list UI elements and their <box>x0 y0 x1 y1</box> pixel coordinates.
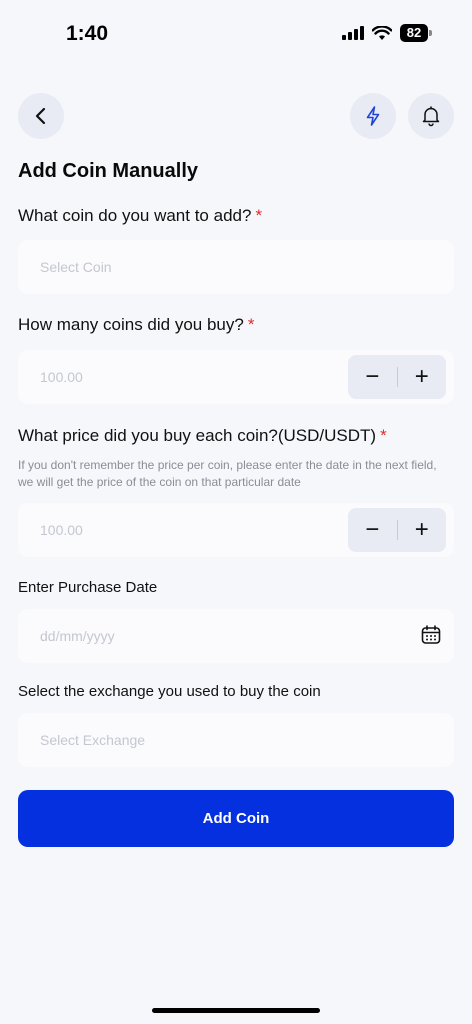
lightning-icon <box>366 106 380 126</box>
price-increment-button[interactable]: + <box>398 518 447 542</box>
signal-icon <box>342 26 364 40</box>
price-hint: If you don't remember the price per coin… <box>18 458 437 489</box>
select-coin-field[interactable]: Select Coin <box>18 240 454 294</box>
quantity-increment-button[interactable]: + <box>398 365 447 389</box>
wifi-icon <box>372 25 392 40</box>
battery-icon: 82 <box>400 24 432 42</box>
status-time: 1:40 <box>66 22 109 45</box>
home-indicator <box>152 1008 320 1013</box>
add-coin-button[interactable]: Add Coin <box>18 790 454 847</box>
status-icons: 82 <box>342 24 432 42</box>
required-marker: * <box>255 206 263 225</box>
chevron-left-icon <box>35 107 46 125</box>
bell-icon <box>422 106 440 127</box>
price-placeholder: 100.00 <box>40 522 83 538</box>
select-exchange-field[interactable]: Select Exchange <box>18 713 454 767</box>
quantity-input[interactable]: 100.00 − + <box>18 350 454 404</box>
purchase-date-field[interactable]: dd/mm/yyyy <box>18 609 454 663</box>
back-button[interactable] <box>18 93 64 139</box>
quantity-stepper: − + <box>348 355 446 399</box>
price-input[interactable]: 100.00 − + <box>18 503 454 557</box>
quantity-decrement-button[interactable]: − <box>348 365 397 389</box>
required-marker: * <box>380 426 387 445</box>
calendar-icon[interactable] <box>420 624 442 646</box>
select-exchange-placeholder: Select Exchange <box>40 732 146 748</box>
quantity-placeholder: 100.00 <box>40 369 83 385</box>
quantity-label-text: How many coins did you buy? <box>18 315 244 334</box>
price-stepper: − + <box>348 508 446 552</box>
select-coin-placeholder: Select Coin <box>40 259 112 275</box>
exchange-label: Select the exchange you used to buy the … <box>18 683 321 700</box>
price-label-text: What price did you buy each coin?(USD/US… <box>18 426 377 445</box>
battery-level: 82 <box>400 24 428 42</box>
price-decrement-button[interactable]: − <box>348 518 397 542</box>
notifications-button[interactable] <box>408 93 454 139</box>
price-label: What price did you buy each coin?(USD/US… <box>18 426 387 446</box>
flash-button[interactable] <box>350 93 396 139</box>
quantity-label: How many coins did you buy? * <box>18 315 254 335</box>
status-bar: 1:40 82 <box>0 0 472 70</box>
coin-label-text: What coin do you want to add? <box>18 206 252 225</box>
date-label: Enter Purchase Date <box>18 579 158 596</box>
date-placeholder: dd/mm/yyyy <box>40 628 115 644</box>
coin-label: What coin do you want to add? * <box>18 206 262 226</box>
required-marker: * <box>247 315 255 334</box>
page-title: Add Coin Manually <box>18 160 198 182</box>
